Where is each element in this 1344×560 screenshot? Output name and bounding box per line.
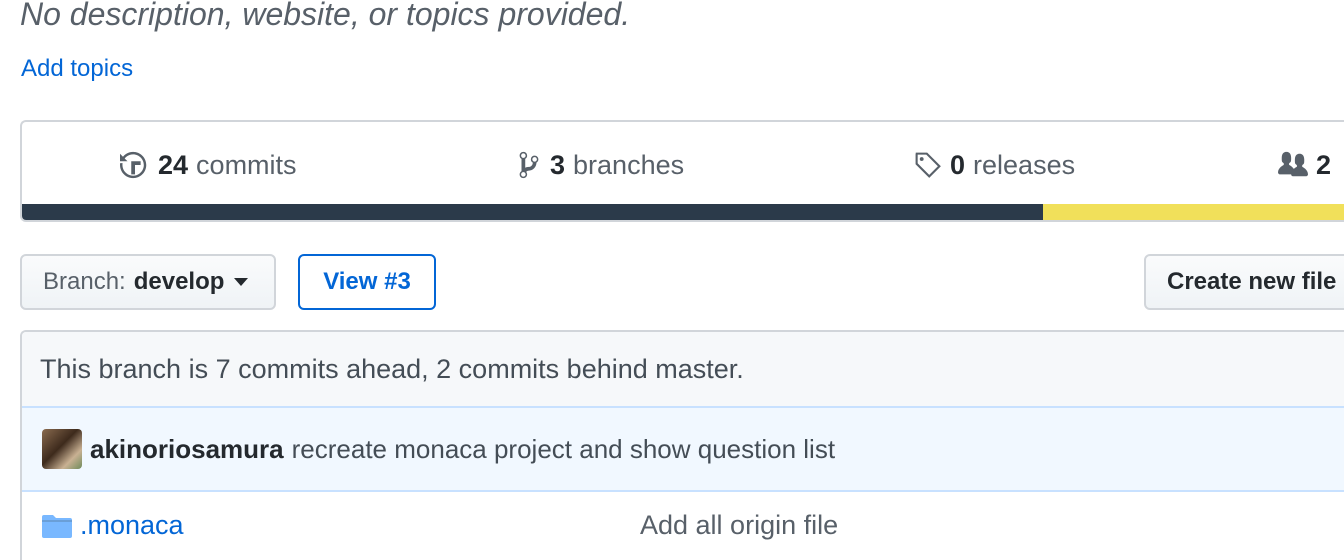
tag-icon bbox=[915, 152, 941, 178]
git-branch-icon bbox=[519, 151, 539, 179]
file-name-link[interactable]: .monaca bbox=[80, 510, 184, 541]
commit-author[interactable]: akinoriosamura bbox=[90, 434, 284, 465]
language-segment[interactable] bbox=[22, 204, 1043, 220]
folder-icon bbox=[42, 515, 72, 538]
latest-commit: akinoriosamura recreate monaca project a… bbox=[22, 408, 1344, 492]
branches-link[interactable]: 3 branches bbox=[516, 147, 684, 183]
people-icon bbox=[1278, 151, 1308, 177]
contributors-link[interactable]: 2 bbox=[1278, 147, 1339, 183]
view-pull-request-button[interactable]: View #3 bbox=[298, 254, 436, 310]
branches-label: branches bbox=[573, 149, 685, 180]
create-new-file-button[interactable]: Create new file bbox=[1144, 254, 1344, 310]
branch-status: This branch is 7 commits ahead, 2 commit… bbox=[22, 332, 1344, 408]
releases-count: 0 bbox=[950, 149, 966, 180]
contributors-count: 2 bbox=[1316, 149, 1332, 180]
language-bar[interactable] bbox=[22, 204, 1344, 220]
branch-prefix: Branch: bbox=[43, 268, 126, 295]
commits-count: 24 bbox=[158, 149, 189, 180]
commit-message[interactable]: recreate monaca project and show questio… bbox=[292, 434, 835, 465]
commits-link[interactable]: 24 commits bbox=[120, 147, 297, 183]
table-row: .monaca Add all origin file bbox=[22, 492, 1344, 560]
history-icon bbox=[120, 151, 147, 179]
file-commit-message[interactable]: Add all origin file bbox=[640, 510, 838, 541]
avatar[interactable] bbox=[42, 429, 82, 469]
repo-description: No description, website, or topics provi… bbox=[20, 0, 631, 32]
commits-label: commits bbox=[196, 149, 297, 180]
file-browser: This branch is 7 commits ahead, 2 commit… bbox=[20, 330, 1344, 560]
add-topics-link[interactable]: Add topics bbox=[21, 55, 133, 83]
branch-select-button[interactable]: Branch: develop bbox=[20, 254, 276, 310]
branch-name: develop bbox=[133, 268, 225, 295]
language-segment[interactable] bbox=[1042, 204, 1344, 220]
releases-link[interactable]: 0 releases bbox=[914, 147, 1075, 183]
branches-count: 3 bbox=[550, 149, 566, 180]
releases-label: releases bbox=[973, 149, 1076, 180]
repo-summary: 24 commits 3 branches 0 releases 2 bbox=[20, 120, 1344, 222]
caret-down-icon bbox=[234, 278, 249, 286]
